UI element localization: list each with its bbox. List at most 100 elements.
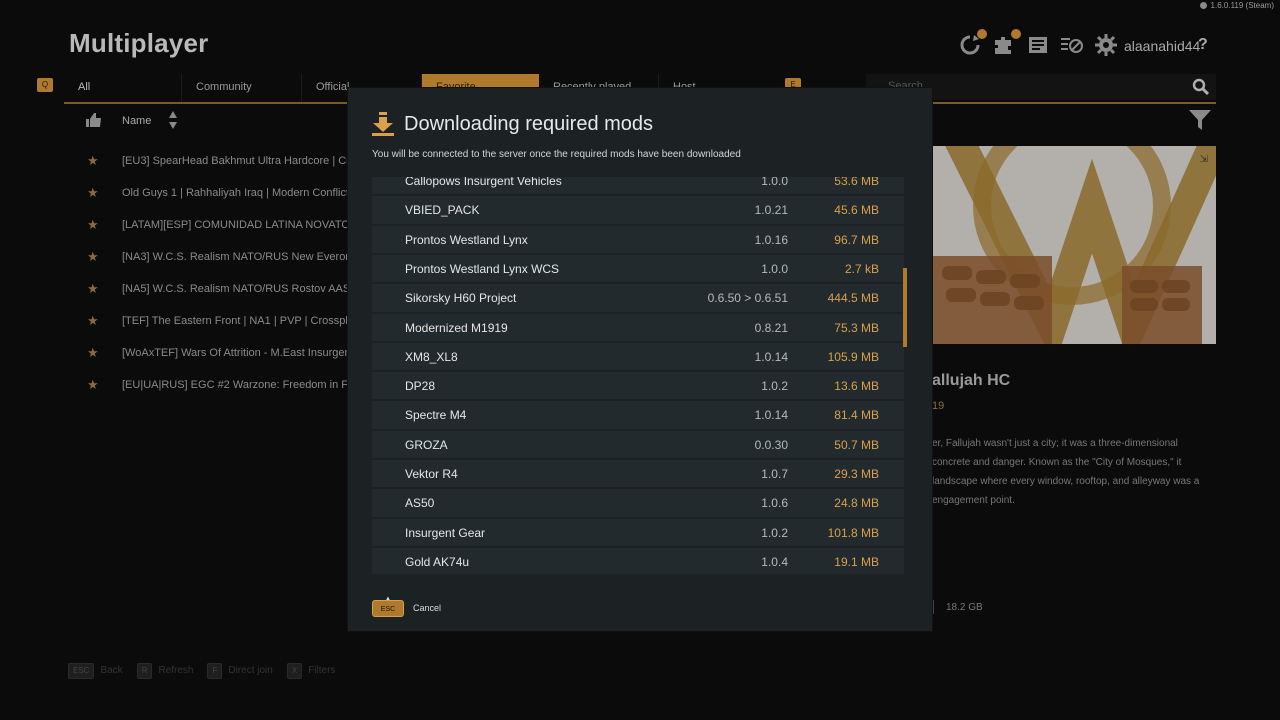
server-row[interactable]: ★ [NA5] W.C.S. Realism NATO/RUS Rostov AA…	[64, 274, 364, 306]
direct-join-hint[interactable]: F Direct join	[207, 663, 273, 679]
server-description: er, Fallujah wasn't just a city; it was …	[932, 438, 1200, 506]
mod-version: 0.6.50 > 0.6.51	[707, 291, 788, 306]
filters-label: Filters	[308, 665, 336, 676]
mod-size: 81.4 MB	[834, 408, 879, 423]
mod-row: Modernized M1919 0.8.21 75.3 MB	[372, 313, 904, 341]
favorite-star-icon[interactable]: ★	[87, 313, 99, 329]
filters-hint[interactable]: X Filters	[286, 663, 336, 679]
thumbs-up-icon[interactable]	[86, 113, 102, 132]
mod-version: 1.0.14	[754, 349, 788, 364]
search-icon[interactable]	[1192, 78, 1210, 101]
favorite-star-icon[interactable]: ★	[87, 185, 99, 201]
server-name: [NA5] W.C.S. Realism NATO/RUS Rostov AAS…	[122, 283, 348, 295]
mod-name: Gold AK74u	[405, 554, 470, 569]
gear-icon[interactable]	[1093, 32, 1119, 58]
mod-size: 96.7 MB	[834, 232, 879, 247]
download-icon	[372, 112, 394, 141]
mod-name: Spectre M4	[405, 408, 467, 423]
username[interactable]: alaanahid44	[1124, 38, 1200, 54]
tab-all[interactable]: All	[64, 74, 182, 102]
server-row[interactable]: ★ [WoAxTEF] Wars Of Attrition - M.East In…	[64, 338, 364, 370]
mod-row: GROZA 0.0.30 50.7 MB	[372, 430, 904, 459]
version-label: 1.6.0.119 (Steam)	[1199, 1, 1274, 10]
server-mod-size: 18.2 GB	[946, 602, 983, 613]
mod-row: DP28 1.0.2 13.6 MB	[372, 372, 904, 400]
mod-version: 1.0.21	[754, 203, 788, 218]
cancel-button[interactable]: Cancel	[413, 603, 441, 613]
server-detail-title: allujah HC	[932, 372, 1011, 389]
favorite-star-icon[interactable]: ★	[87, 281, 99, 297]
server-name: [EU|UA|RUS] EGC #2 Warzone: Freedom in F…	[122, 379, 348, 391]
mod-row: Prontos Westland Lynx WCS 1.0.0 2.7 kB	[372, 254, 904, 283]
help-button[interactable]: ?	[1198, 36, 1208, 54]
mod-row: Callopows Insurgent Vehicles 1.0.0 53.6 MB	[372, 177, 904, 195]
back-hint[interactable]: ESC Back	[68, 663, 123, 679]
server-row[interactable]: ★ [EU3] SpearHead Bakhmut Ultra Hardcore …	[64, 146, 364, 178]
mod-size: 50.7 MB	[834, 437, 879, 452]
server-row[interactable]: ★ Old Guys 1 | Rahhaliyah Iraq | Modern C…	[64, 178, 364, 210]
bottom-hint-bar: ESC Back R Refresh F Direct join X Filters	[68, 663, 335, 679]
mod-version: 1.0.2	[761, 379, 788, 394]
server-detail-subtitle: 19	[932, 400, 945, 412]
mod-size: 53.6 MB	[834, 177, 879, 188]
favorite-star-icon[interactable]: ★	[87, 249, 99, 265]
server-row[interactable]: ★ [LATAM][ESP] COMUNIDAD LATINA NOVATOS #…	[64, 210, 364, 242]
server-name: Old Guys 1 | Rahhaliyah Iraq | Modern Co…	[122, 187, 348, 199]
mod-row: AS50 1.0.6 24.8 MB	[372, 489, 904, 517]
mod-version: 0.0.30	[754, 437, 788, 452]
mod-row: Vektor R4 1.0.7 29.3 MB	[372, 460, 904, 488]
back-label: Back	[100, 665, 123, 676]
refresh-icon[interactable]	[957, 29, 987, 58]
server-name: [TEF] The Eastern Front | NA1 | PVP | Cr…	[122, 315, 348, 327]
mod-name: Callopows Insurgent Vehicles	[405, 177, 562, 188]
mod-size: 2.7 kB	[844, 261, 879, 276]
mod-size: 24.8 MB	[834, 496, 879, 511]
server-row[interactable]: ★ [NA3] W.C.S. Realism NATO/RUS New Evero…	[64, 242, 364, 274]
server-list-header: Name	[64, 106, 364, 134]
name-column-header[interactable]: Name	[122, 115, 151, 127]
blocked-list-icon[interactable]	[1059, 32, 1085, 58]
puzzle-icon[interactable]	[991, 29, 1021, 58]
mod-size: 29.3 MB	[834, 467, 879, 481]
server-name: [NA3] W.C.S. Realism NATO/RUS New Everon…	[122, 251, 348, 263]
refresh-hint[interactable]: R Refresh	[136, 663, 193, 679]
expand-icon[interactable]: ⇲	[1200, 154, 1208, 165]
filters-key: X	[286, 663, 303, 679]
favorite-star-icon[interactable]: ★	[87, 217, 99, 233]
mod-list-scrollbar[interactable]	[903, 268, 907, 347]
favorite-star-icon[interactable]: ★	[87, 345, 99, 361]
news-icon[interactable]	[1025, 32, 1051, 58]
favorite-star-icon[interactable]: ★	[87, 153, 99, 169]
dialog-title: Downloading required mods	[404, 113, 654, 135]
server-row[interactable]: ★ [TEF] The Eastern Front | NA1 | PVP | C…	[64, 306, 364, 338]
version-text: 1.6.0.119 (Steam)	[1210, 1, 1274, 10]
direct-join-label: Direct join	[228, 665, 273, 676]
mod-name: Vektor R4	[405, 467, 458, 481]
mod-version: 1.0.6	[761, 496, 788, 511]
mod-version: 1.0.0	[761, 177, 788, 188]
mod-row: XM8_XL8 1.0.14 105.9 MB	[372, 342, 904, 371]
tab-prev-key: Q	[37, 78, 53, 92]
server-banner-image: ⇲	[932, 146, 1216, 344]
mod-list[interactable]: Callopows Insurgent Vehicles 1.0.0 53.6 MB…	[372, 177, 908, 574]
mod-name: GROZA	[405, 437, 448, 452]
mod-name: VBIED_PACK	[405, 203, 480, 218]
sort-icon[interactable]	[168, 111, 178, 134]
cancel-key[interactable]: ESC	[372, 600, 404, 617]
mod-size: 75.3 MB	[834, 320, 879, 335]
mod-version: 1.0.4	[761, 554, 788, 569]
server-name: [LATAM][ESP] COMUNIDAD LATINA NOVATOS #3…	[122, 219, 348, 231]
mod-version: 1.0.16	[754, 232, 788, 247]
mod-name: DP28	[405, 379, 436, 394]
back-key: ESC	[68, 663, 95, 679]
favorite-star-icon[interactable]: ★	[87, 377, 99, 393]
refresh-key: R	[136, 663, 153, 679]
mod-size: 444.5 MB	[827, 291, 879, 306]
filter-icon[interactable]	[1188, 108, 1212, 137]
mod-name: Prontos Westland Lynx WCS	[405, 261, 560, 276]
server-row[interactable]: ★ [EU|UA|RUS] EGC #2 Warzone: Freedom in …	[64, 370, 364, 402]
mod-size: 45.6 MB	[834, 203, 879, 218]
mod-row: Gold AK74u 1.0.4 19.1 MB	[372, 547, 904, 574]
mod-size: 19.1 MB	[834, 554, 879, 569]
tab-community[interactable]: Community	[182, 74, 302, 102]
